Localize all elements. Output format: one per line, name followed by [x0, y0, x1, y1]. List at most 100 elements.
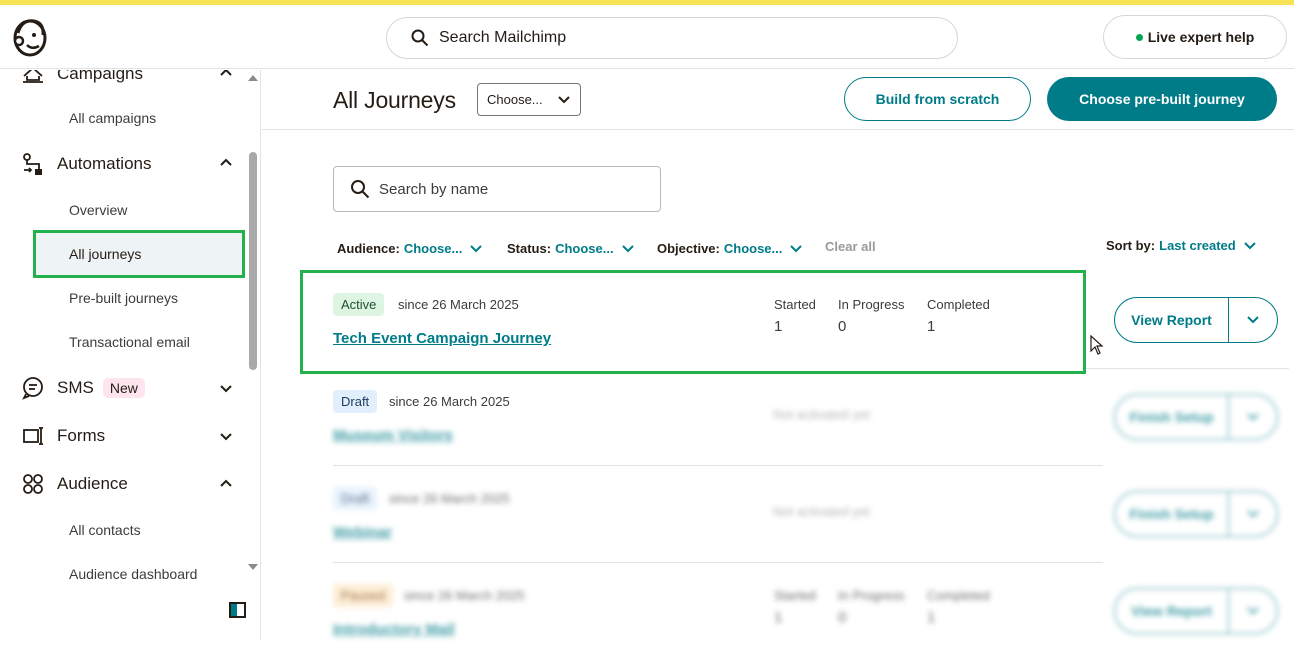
journey-row-highlight: [300, 270, 1086, 374]
sidebar-section-sms[interactable]: SMS New: [20, 375, 145, 401]
sort-label: Sort by:: [1106, 238, 1156, 253]
chevron-down-icon: [1247, 607, 1259, 615]
status-filter[interactable]: Status: Choose...: [507, 241, 634, 256]
status-badge: Draft: [333, 487, 378, 510]
status-badge: Paused: [333, 584, 394, 607]
completed-value: 1: [927, 609, 936, 626]
journey-since-date: since 26 March 2025: [389, 394, 510, 409]
mailchimp-freddie-icon[interactable]: [10, 15, 50, 59]
journey-name-link[interactable]: Museum Visitors: [333, 427, 453, 444]
more-actions-dropdown[interactable]: [1229, 413, 1277, 421]
filter-value: Choose...: [555, 241, 614, 256]
search-icon: [411, 29, 429, 47]
chevron-down-icon[interactable]: [219, 381, 233, 395]
sidebar-item-all-contacts[interactable]: All contacts: [69, 522, 141, 538]
view-report-button[interactable]: View Report: [1115, 589, 1229, 633]
started-value: 1: [774, 609, 783, 626]
status-badge: Draft: [333, 390, 378, 413]
sidebar-item-audience-dashboard[interactable]: Audience dashboard: [69, 566, 197, 582]
journey-type-select[interactable]: Choose...: [477, 83, 581, 116]
sidebar-section-label: SMS: [57, 378, 94, 397]
journey-row: Draft since 26 March 2025 Webinar Not ac…: [333, 466, 1103, 562]
scroll-down-arrow[interactable]: [248, 564, 258, 570]
filter-label: Audience:: [337, 241, 400, 256]
sidebar-item-transactional-email[interactable]: Transactional email: [69, 334, 190, 350]
sidebar-section-label: Campaigns: [57, 70, 143, 83]
mouse-cursor-icon: [1090, 335, 1104, 355]
chevron-up-icon[interactable]: [219, 477, 233, 491]
sidebar-section-audience[interactable]: Audience: [20, 471, 128, 497]
chevron-down-icon: [1247, 510, 1259, 518]
chevron-down-icon: [1247, 413, 1259, 421]
sidebar-section-forms[interactable]: Forms: [20, 423, 105, 449]
chevron-up-icon[interactable]: [219, 70, 233, 80]
sidebar-item-all-campaigns[interactable]: All campaigns: [69, 110, 156, 126]
filter-value: Choose...: [723, 241, 783, 256]
chevron-down-icon: [1244, 241, 1256, 249]
sidebar-item-overview[interactable]: Overview: [69, 202, 127, 218]
search-placeholder: Search Mailchimp: [439, 29, 567, 46]
finish-setup-button[interactable]: Finish Setup: [1115, 395, 1229, 439]
select-value: Choose...: [487, 92, 543, 107]
search-by-name-input[interactable]: Search by name: [333, 166, 661, 212]
journey-name-link[interactable]: Webinar: [333, 524, 392, 541]
chevron-up-icon[interactable]: [219, 156, 233, 170]
new-badge: New: [102, 378, 145, 398]
audience-filter[interactable]: Audience: Choose...: [337, 241, 483, 256]
sidebar-section-label: Automations: [57, 154, 152, 173]
online-status-dot: [1135, 33, 1143, 41]
sidebar-item-all-journeys[interactable]: All journeys: [69, 246, 141, 262]
build-from-scratch-button[interactable]: Build from scratch: [844, 77, 1031, 121]
clear-all-filters-link[interactable]: Clear all: [825, 239, 876, 254]
chevron-down-icon: [1247, 316, 1259, 324]
row-divider: [1086, 368, 1289, 369]
not-activated-text: Not activated yet: [773, 504, 870, 519]
finish-setup-button[interactable]: Finish Setup: [1115, 492, 1229, 536]
more-actions-dropdown[interactable]: [1229, 316, 1277, 324]
sidebar-section-campaigns[interactable]: Campaigns: [20, 70, 143, 87]
choose-prebuilt-journey-button[interactable]: Choose pre-built journey: [1047, 77, 1277, 121]
chevron-down-icon: [470, 244, 483, 252]
journey-name-link[interactable]: Introductory Mail: [333, 621, 455, 638]
chevron-down-icon[interactable]: [219, 429, 233, 443]
top-bar: Search Mailchimp Live expert help: [0, 5, 1294, 69]
sidebar-scrollbar-thumb[interactable]: [249, 152, 257, 370]
live-expert-help-button[interactable]: Live expert help: [1103, 15, 1287, 59]
finish-setup-split-button[interactable]: Finish Setup: [1114, 491, 1278, 537]
campaigns-icon: [20, 70, 46, 87]
sidebar-section-automations[interactable]: Automations: [20, 151, 152, 177]
journey-since-date: since 26 March 2025: [389, 491, 510, 506]
finish-setup-split-button[interactable]: Finish Setup: [1114, 394, 1278, 440]
main-content: All Journeys Choose... Build from scratc…: [262, 70, 1294, 640]
sidebar-item-prebuilt-journeys[interactable]: Pre-built journeys: [69, 290, 178, 306]
view-report-button[interactable]: View Report: [1115, 298, 1229, 342]
filter-label: Status:: [507, 241, 552, 256]
completed-label: Completed: [927, 588, 990, 603]
global-search-input[interactable]: Search Mailchimp: [386, 17, 958, 59]
sort-value: Last created: [1159, 238, 1236, 253]
scroll-up-arrow[interactable]: [248, 75, 258, 81]
sms-icon: [20, 375, 46, 401]
search-placeholder: Search by name: [379, 180, 489, 198]
chevron-down-icon: [790, 244, 803, 252]
not-activated-text: Not activated yet: [773, 407, 870, 422]
view-report-split-button[interactable]: View Report: [1114, 588, 1278, 634]
sidebar-section-label: Audience: [57, 474, 128, 493]
forms-icon: [20, 423, 46, 449]
more-actions-dropdown[interactable]: [1229, 607, 1277, 615]
in-progress-label: In Progress: [838, 588, 905, 603]
sidebar-section-label: Forms: [57, 426, 106, 445]
page-header: All Journeys Choose... Build from scratc…: [262, 70, 1294, 130]
journey-since-date: since 26 March 2025: [404, 588, 525, 603]
collapse-sidebar-icon[interactable]: [229, 602, 246, 618]
in-progress-value: 0: [838, 609, 847, 626]
filter-label: Objective:: [657, 241, 720, 256]
audience-icon: [20, 471, 46, 497]
objective-filter[interactable]: Objective: Choose...: [657, 241, 803, 256]
more-actions-dropdown[interactable]: [1229, 510, 1277, 518]
view-report-split-button[interactable]: View Report: [1114, 297, 1278, 343]
sidebar: Campaigns All campaigns Automations Over…: [0, 70, 261, 640]
search-icon: [351, 180, 370, 199]
sort-by-dropdown[interactable]: Sort by: Last created: [1106, 238, 1256, 253]
automations-icon: [20, 151, 46, 177]
